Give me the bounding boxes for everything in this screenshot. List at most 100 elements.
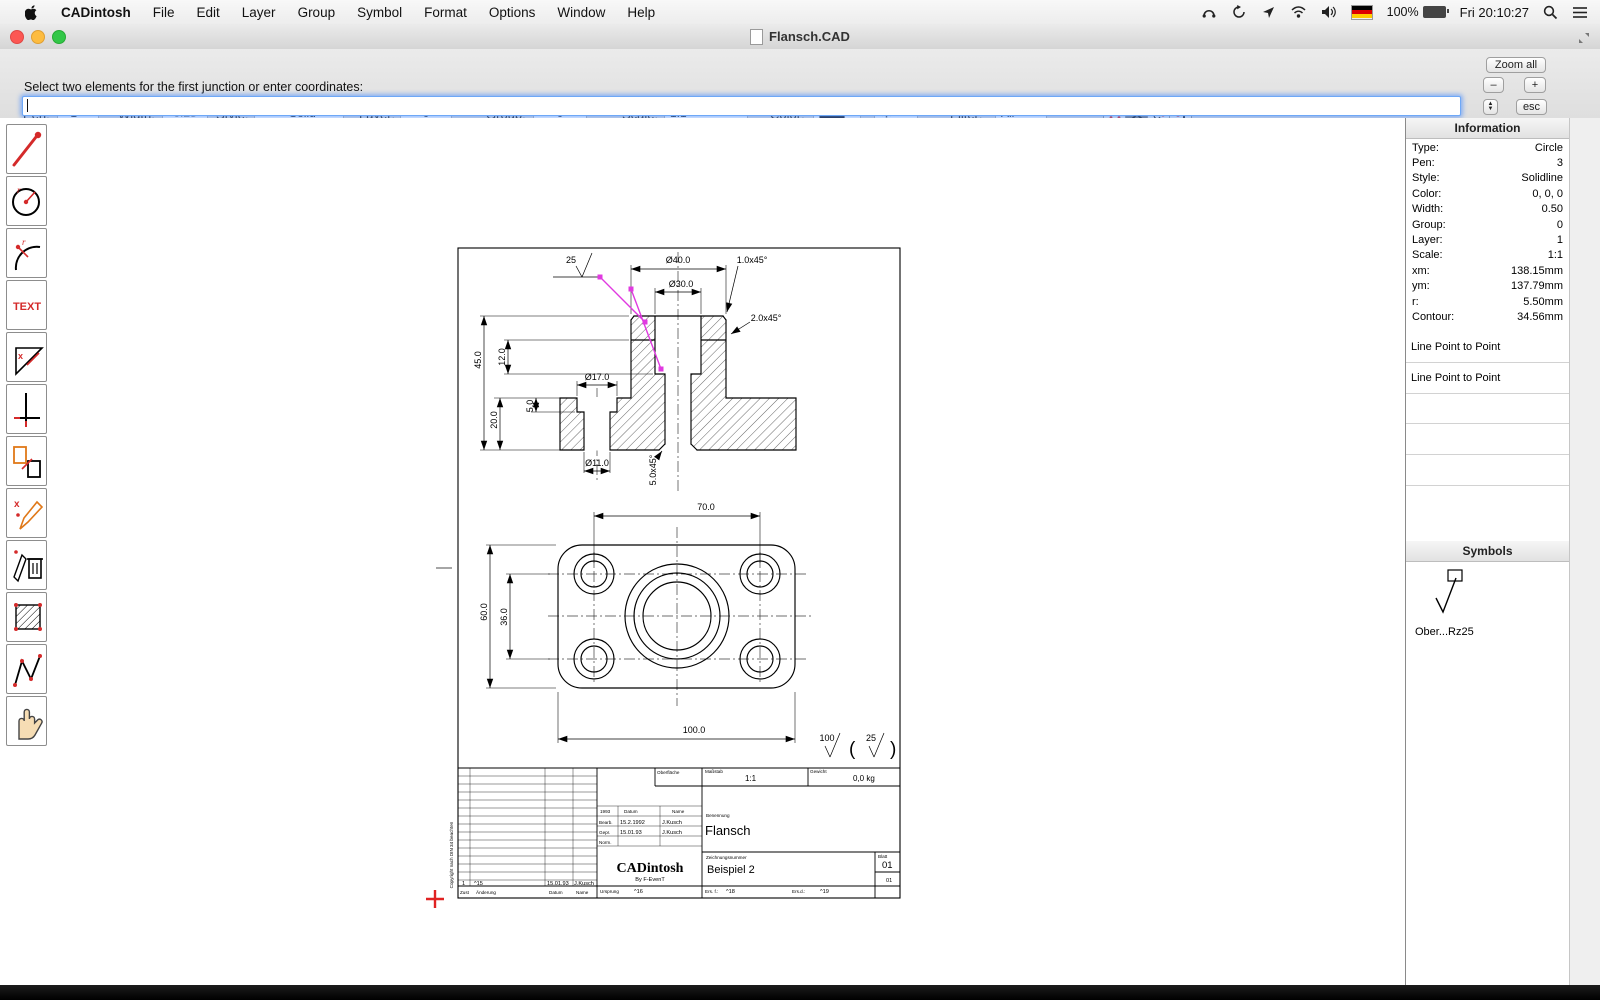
minimize-button[interactable]	[31, 30, 45, 44]
crosshair-cursor	[426, 890, 444, 908]
line-tool[interactable]	[6, 124, 47, 174]
prompt-message: Select two elements for the first juncti…	[24, 80, 364, 94]
info-row: Contour: 34.56mm	[1412, 310, 1563, 323]
spotlight-icon[interactable]	[1543, 5, 1558, 20]
menu-symbol[interactable]: Symbol	[346, 0, 413, 24]
phone-icon[interactable]	[1201, 4, 1217, 20]
battery-percent: 100%	[1386, 5, 1419, 19]
arc-tool[interactable]: r	[6, 228, 47, 278]
menu-clock[interactable]: Fri 20:10:27	[1460, 5, 1529, 20]
svg-text:Oberfläche: Oberfläche	[657, 770, 680, 775]
menu-file[interactable]: File	[142, 0, 186, 24]
dim-text-100: 100.0	[683, 725, 706, 735]
keyboard-flag-icon[interactable]	[1350, 4, 1373, 20]
svg-text:Gewicht: Gewicht	[810, 769, 827, 774]
pan-tool[interactable]	[6, 696, 47, 746]
delete-tool[interactable]	[6, 540, 47, 590]
symbol-item-label[interactable]: Ober...Rz25	[1415, 626, 1474, 638]
svg-text:CADintosh: CADintosh	[617, 861, 684, 876]
text-caret	[27, 99, 28, 112]
battery-indicator[interactable]: 100%	[1386, 5, 1449, 19]
duplicate-tool[interactable]	[6, 436, 47, 486]
svg-text:Änderung: Änderung	[476, 889, 496, 895]
document-icon	[750, 28, 764, 45]
app-menu[interactable]: CADintosh	[50, 0, 142, 24]
esc-button[interactable]: esc	[1516, 99, 1547, 115]
svg-text:Blatt: Blatt	[878, 854, 888, 859]
dim-text-45: 45.0	[473, 351, 483, 369]
svg-text:^16: ^16	[634, 889, 643, 895]
svg-text:^18: ^18	[726, 889, 735, 895]
menu-options[interactable]: Options	[478, 0, 547, 24]
svg-text:^19: ^19	[820, 889, 829, 895]
dimension-tool[interactable]: x	[6, 332, 47, 382]
svg-text:TEXT: TEXT	[12, 301, 40, 313]
svg-text:Benennung: Benennung	[706, 813, 730, 818]
menu-help[interactable]: Help	[616, 0, 666, 24]
svg-text:Beispiel 2: Beispiel 2	[707, 864, 755, 876]
svg-text:J.Kusch: J.Kusch	[662, 820, 682, 826]
svg-text:Bearb.: Bearb.	[599, 820, 613, 825]
dim-text-5x45: 5.0x45°	[648, 454, 658, 485]
svg-text:Ers.d.:: Ers.d.:	[792, 889, 805, 894]
volume-icon[interactable]	[1321, 5, 1337, 19]
svg-text:J.Kusch: J.Kusch	[574, 881, 594, 887]
zoom-in-button[interactable]: +	[1524, 77, 1546, 93]
location-icon[interactable]	[1261, 5, 1276, 20]
screen: CADintosh File Edit Layer Group Symbol F…	[0, 0, 1600, 1000]
zoom-out-button[interactable]: –	[1483, 77, 1504, 93]
text-tool[interactable]: TEXT	[6, 280, 47, 330]
dock-strip	[0, 985, 1600, 1000]
svg-text:J.Kusch: J.Kusch	[662, 830, 682, 836]
svg-text:By F-EvenT: By F-EvenT	[635, 877, 665, 883]
bolthole-clear	[584, 412, 610, 451]
notification-list-icon[interactable]	[1572, 6, 1588, 19]
fullscreen-icon[interactable]	[1578, 31, 1590, 49]
axis-tool[interactable]	[6, 384, 47, 434]
svg-text:(: (	[849, 739, 856, 760]
window-title: Flansch.CAD	[769, 29, 850, 44]
circle-tool[interactable]: r	[6, 176, 47, 226]
svg-text:Gepr.: Gepr.	[599, 830, 610, 835]
modify-tool[interactable]: x	[6, 488, 47, 538]
title-bar: Flansch.CAD	[0, 24, 1600, 50]
menu-edit[interactable]: Edit	[186, 0, 231, 24]
svg-text:^15: ^15	[474, 881, 483, 887]
menu-group[interactable]: Group	[287, 0, 347, 24]
svg-text:Name: Name	[576, 890, 589, 895]
zoom-button[interactable]	[52, 30, 66, 44]
menu-layer[interactable]: Layer	[231, 0, 287, 24]
svg-text:Zust: Zust	[460, 890, 470, 895]
cad-drawing[interactable]: Ø40.0 Ø30.0 1.0x45° 2.0x45° Ø17.0 Ø11.0 …	[0, 118, 1405, 985]
menu-format[interactable]: Format	[413, 0, 478, 24]
polyline-tool[interactable]	[6, 644, 47, 694]
info-row: Pen: 3	[1412, 157, 1563, 170]
panel-scrollbar[interactable]	[1569, 118, 1600, 985]
svg-text:Ers. f.:: Ers. f.:	[705, 889, 718, 894]
value-stepper[interactable]: ▲ ▼	[1483, 99, 1498, 115]
svg-text:25: 25	[866, 733, 876, 743]
menu-bar: CADintosh File Edit Layer Group Symbol F…	[0, 0, 1600, 25]
roughness-symbol-icon[interactable]	[1428, 568, 1472, 620]
history-entry-empty	[1406, 424, 1569, 456]
dim-text-60: 60.0	[479, 603, 489, 621]
sync-icon[interactable]	[1231, 4, 1247, 20]
apple-menu[interactable]	[14, 0, 50, 24]
menu-window[interactable]: Window	[546, 0, 616, 24]
drawing-canvas[interactable]: Ø40.0 Ø30.0 1.0x45° 2.0x45° Ø17.0 Ø11.0 …	[0, 118, 1405, 985]
info-row: Type: Circle	[1412, 141, 1563, 154]
dim-text-d40: Ø40.0	[666, 255, 691, 265]
wifi-icon[interactable]	[1290, 5, 1307, 19]
svg-text:15.01.93: 15.01.93	[620, 830, 642, 836]
history-entry: Line Point to Point	[1406, 363, 1569, 394]
svg-text:Flansch: Flansch	[705, 823, 751, 838]
hatch-tool[interactable]	[6, 592, 47, 642]
info-row: r: 5.50mm	[1412, 295, 1563, 308]
right-panel: Information Type: Circle Pen: 3 Style: Soli…	[1405, 118, 1600, 985]
svg-text:15.2.1992: 15.2.1992	[620, 820, 645, 826]
command-input[interactable]	[22, 96, 1461, 116]
dim-text-1x45: 1.0x45°	[737, 255, 768, 265]
dim-text-d30: Ø30.0	[669, 279, 694, 289]
zoom-all-button[interactable]: Zoom all	[1486, 57, 1546, 73]
close-button[interactable]	[10, 30, 24, 44]
